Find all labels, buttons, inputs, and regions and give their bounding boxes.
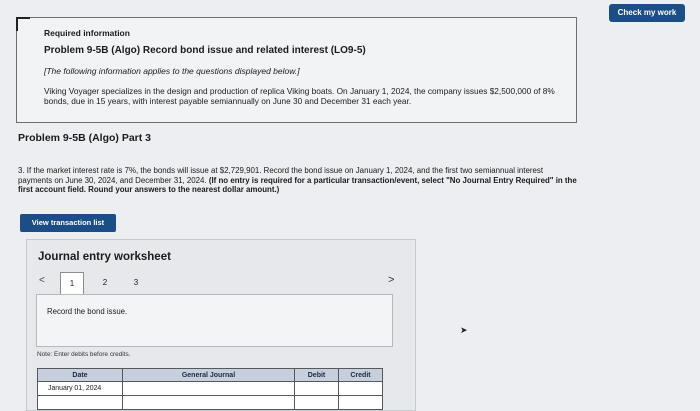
next-page-arrow[interactable]: > [388,274,394,286]
date-column-header: Date [37,368,123,382]
worksheet-tab-1[interactable]: 1 [60,272,84,294]
date-cell[interactable] [37,395,123,410]
problem-description: Viking Voyager specializes in the design… [44,86,555,106]
credit-cell[interactable] [338,381,383,396]
panel-corner-mark [16,17,30,31]
table-row [37,395,383,410]
date-cell[interactable]: January 01, 2024 [37,381,123,396]
account-cell[interactable] [122,381,295,396]
table-row: January 01, 2024 [37,381,383,396]
debit-cell[interactable] [294,381,339,396]
debit-cell[interactable] [294,395,339,410]
account-cell[interactable] [122,395,295,410]
prev-page-arrow[interactable]: < [39,275,45,286]
debit-column-header: Debit [294,368,339,382]
required-information-panel: Required information Problem 9-5B (Algo)… [16,17,577,123]
credit-cell[interactable] [338,395,383,410]
part-title: Problem 9-5B (Algo) Part 3 [18,132,152,144]
worksheet-title: Journal entry worksheet [38,251,171,263]
journal-table: Date General Journal Debit Credit Januar… [37,368,383,410]
check-my-work-button[interactable]: Check my work [609,4,685,22]
view-transaction-list-button[interactable]: View transaction list [20,214,116,232]
entry-instruction: Record the bond issue. [47,307,128,316]
problem-title: Problem 9-5B (Algo) Record bond issue an… [44,45,366,56]
general-journal-column-header: General Journal [122,368,295,382]
credit-column-header: Credit [338,368,383,382]
entry-instruction-pane: Record the bond issue. [36,294,393,347]
journal-entry-worksheet: Journal entry worksheet < 1 2 3 Record t… [26,239,416,411]
following-info-note: [The following information applies to th… [44,66,300,76]
worksheet-tab-2[interactable]: 2 [93,272,117,294]
question-text: 3. If the market interest rate is 7%, th… [18,166,578,195]
debits-note: Note: Enter debits before credits. [37,351,131,358]
worksheet-tab-3[interactable]: 3 [124,272,148,294]
required-information-label: Required information [44,28,130,38]
mouse-cursor-icon: ➤ [460,325,468,335]
